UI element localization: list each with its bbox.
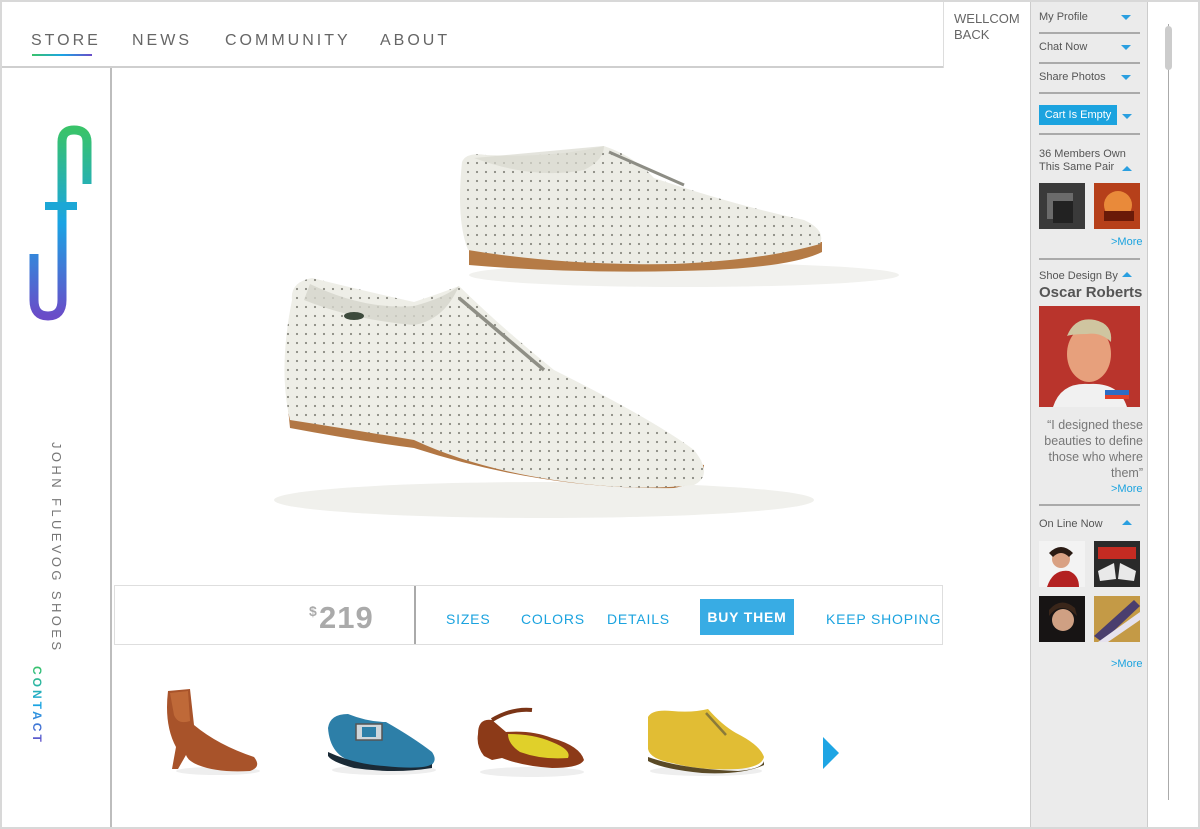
fluevog-logo-icon[interactable] xyxy=(26,124,98,324)
online-user-photo[interactable] xyxy=(1094,596,1140,642)
store-active-underline xyxy=(32,54,92,56)
members-own-title: 36 Members Own This Same Pair xyxy=(1039,148,1126,173)
members-chevron-up-icon[interactable] xyxy=(1122,166,1132,171)
sizes-link[interactable]: SIZES xyxy=(446,611,490,627)
scrollbar-track[interactable] xyxy=(1168,24,1169,800)
designer-name: Oscar Roberts xyxy=(1039,284,1143,301)
colors-link[interactable]: COLORS xyxy=(521,611,585,627)
details-link[interactable]: DETAILS xyxy=(607,611,670,627)
brand-name: JOHN FLUEVOG SHOES xyxy=(49,442,64,654)
member-photo[interactable] xyxy=(1039,183,1085,229)
divider xyxy=(1039,504,1140,506)
online-user-photo[interactable] xyxy=(1039,541,1085,587)
designer-photo[interactable] xyxy=(1039,306,1140,407)
nav-store[interactable]: STORE xyxy=(31,32,101,50)
share-photos-link[interactable]: Share Photos xyxy=(1039,71,1106,83)
design-chevron-up-icon[interactable] xyxy=(1122,272,1132,277)
my-profile-link[interactable]: My Profile xyxy=(1039,11,1088,23)
cart-chevron-down-icon[interactable] xyxy=(1122,114,1132,119)
nav-news[interactable]: NEWS xyxy=(132,32,192,50)
contact-link[interactable]: CONTACT xyxy=(30,666,44,745)
divider xyxy=(1039,62,1140,64)
price-box: $ 219 xyxy=(115,586,416,644)
cart-button[interactable]: Cart Is Empty xyxy=(1039,105,1117,125)
product-hero-image xyxy=(114,70,942,580)
members-more-link[interactable]: >More xyxy=(1111,236,1143,248)
next-products-arrow-icon[interactable] xyxy=(823,737,839,769)
scrollbar-thumb[interactable] xyxy=(1165,26,1172,70)
divider xyxy=(1039,32,1140,34)
welcome-message: WELLCOM BACK xyxy=(943,2,1030,68)
online-user-photo[interactable] xyxy=(1039,596,1085,642)
online-chevron-up-icon[interactable] xyxy=(1122,520,1132,525)
left-sidebar: JOHN FLUEVOG SHOES CONTACT xyxy=(2,68,112,827)
share-photos-chevron-down-icon[interactable] xyxy=(1121,75,1131,80)
chat-now-link[interactable]: Chat Now xyxy=(1039,41,1087,53)
divider xyxy=(1039,258,1140,260)
nav-about[interactable]: ABOUT xyxy=(380,32,450,50)
divider xyxy=(1039,133,1140,135)
design-more-link[interactable]: >More xyxy=(1111,483,1143,495)
online-more-link[interactable]: >More xyxy=(1111,658,1143,670)
price-currency: $ xyxy=(309,603,317,619)
buy-them-button[interactable]: BUY THEM xyxy=(700,599,794,635)
chat-now-chevron-down-icon[interactable] xyxy=(1121,45,1131,50)
divider xyxy=(1039,92,1140,94)
product-thumb-blue-monk[interactable] xyxy=(324,708,440,776)
page-scrollbar[interactable] xyxy=(1148,2,1198,827)
online-user-photo[interactable] xyxy=(1094,541,1140,587)
product-thumb-yellow-oxford[interactable] xyxy=(642,705,768,777)
right-sidebar: My Profile Chat Now Share Photos Cart Is… xyxy=(1030,2,1148,827)
top-navigation: STORE NEWS COMMUNITY ABOUT xyxy=(2,2,943,68)
keep-shopping-link[interactable]: KEEP SHOPING xyxy=(826,611,941,627)
online-now-title: On Line Now xyxy=(1039,518,1103,530)
shoe-design-by-label: Shoe Design By xyxy=(1039,270,1118,282)
product-action-bar: $ 219 SIZES COLORS DETAILS BUY THEM KEEP… xyxy=(114,585,943,645)
nav-community[interactable]: COMMUNITY xyxy=(225,32,351,50)
designer-quote: “I designed these beauties to define tho… xyxy=(1044,418,1143,480)
related-products xyxy=(114,660,942,820)
product-thumb-yellow-brogue-heel[interactable] xyxy=(472,700,588,778)
my-profile-chevron-down-icon[interactable] xyxy=(1121,15,1131,20)
member-photo[interactable] xyxy=(1094,183,1140,229)
product-thumb-brown-boot[interactable] xyxy=(158,685,262,777)
price-value: 219 xyxy=(319,600,374,635)
